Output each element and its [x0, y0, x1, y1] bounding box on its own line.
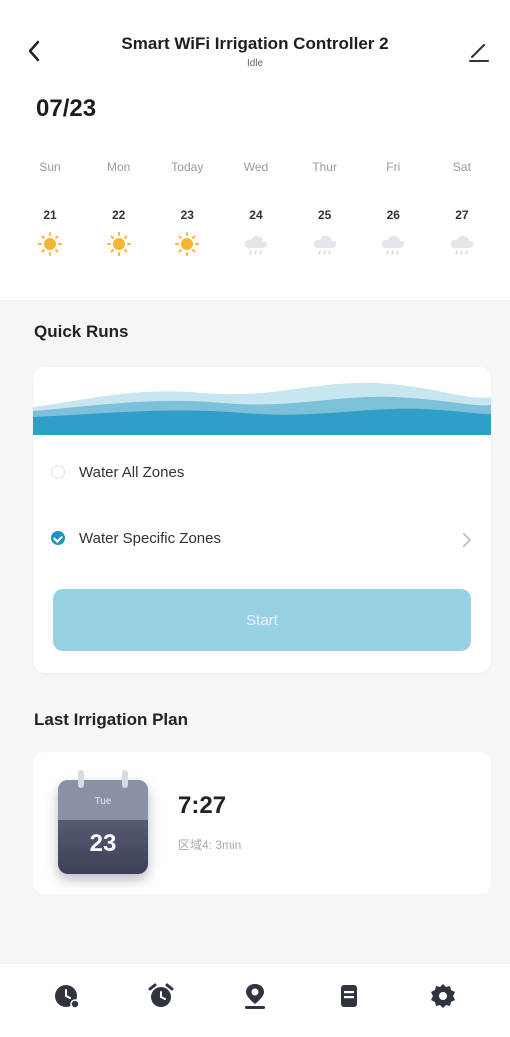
- tab-settings[interactable]: [423, 976, 463, 1016]
- rain-cloud-icon: [313, 235, 336, 255]
- rain-cloud-icon: [450, 235, 474, 255]
- water-all-zones-option[interactable]: Water All Zones: [51, 457, 184, 487]
- tab-records[interactable]: [329, 976, 369, 1016]
- sun-icon: [106, 232, 131, 256]
- settings-gear-icon: [431, 983, 455, 1008]
- day-name: Sun: [39, 160, 61, 174]
- day-number: 21: [43, 208, 57, 222]
- day-name: Today: [171, 160, 204, 174]
- day-number: 26: [386, 208, 400, 222]
- quick-runs-heading: Quick Runs: [34, 322, 129, 341]
- quick-runs-card: Water All Zones Water Specific Zones Sta…: [33, 367, 491, 673]
- last-irrigation-plan-card[interactable]: Tue 23 7:27 区域4: 3min: [33, 752, 491, 894]
- chevron-right-icon[interactable]: [461, 531, 473, 554]
- calendar-icon: Tue 23: [58, 770, 148, 874]
- calendar-day: 23: [89, 830, 117, 857]
- calendar-ring: [78, 770, 84, 788]
- forecast-day: Fri 26: [369, 160, 417, 256]
- plan-time: 7:27: [178, 792, 227, 819]
- title-block: Smart WiFi Irrigation Controller 2 Idle: [90, 34, 420, 69]
- forecast-day: Sun 21: [26, 160, 74, 256]
- day-number: 22: [111, 208, 126, 222]
- sun-icon: [175, 232, 200, 256]
- water-wave-illustration: [33, 367, 491, 435]
- current-date: 07/23: [36, 95, 97, 122]
- day-number: 25: [317, 208, 332, 222]
- tab-location[interactable]: [235, 976, 275, 1016]
- weather-forecast: Sun 21 Mon 22 Today 23 Wed 24 Thur 25 Fr…: [26, 160, 486, 256]
- tab-alarm[interactable]: [141, 976, 181, 1016]
- header-panel: Smart WiFi Irrigation Controller 2 Idle …: [0, 0, 510, 300]
- forecast-day: Wed 24: [232, 160, 280, 256]
- radio-unchecked[interactable]: [51, 465, 65, 479]
- day-name: Wed: [243, 160, 269, 174]
- day-number: 23: [180, 208, 194, 222]
- chevron-left-icon: [28, 40, 40, 62]
- device-status: Idle: [246, 58, 264, 69]
- alarm-clock-icon: [148, 983, 174, 1007]
- rain-cloud-icon: [382, 235, 405, 255]
- calendar-ring: [122, 770, 128, 788]
- tab-schedule[interactable]: [47, 976, 87, 1016]
- rain-cloud-icon: [244, 235, 268, 255]
- bottom-tab-bar: [0, 964, 510, 1037]
- calendar-weekday: Tue: [94, 796, 112, 807]
- water-specific-zones-option[interactable]: Water Specific Zones: [51, 523, 221, 553]
- water-all-zones-label: Water All Zones: [79, 463, 185, 481]
- forecast-day: Mon 22: [95, 160, 143, 256]
- device-title: Smart WiFi Irrigation Controller 2: [121, 34, 389, 53]
- forecast-day: Thur 25: [301, 160, 349, 256]
- list-icon: [341, 984, 357, 1007]
- day-name: Mon: [106, 160, 131, 174]
- forecast-day: Sat 27: [438, 160, 486, 256]
- plan-duration: 区域4: 3min: [178, 838, 242, 852]
- edit-button[interactable]: [466, 38, 492, 64]
- location-pin-icon: [245, 983, 265, 1009]
- day-number: 27: [455, 208, 469, 222]
- forecast-day: Today 23: [163, 160, 211, 256]
- water-specific-zones-label: Water Specific Zones: [79, 529, 221, 547]
- pencil-icon: [469, 43, 489, 62]
- day-name: Thur: [312, 160, 337, 174]
- day-number: 24: [249, 208, 263, 222]
- navigation-bar: Smart WiFi Irrigation Controller 2 Idle: [0, 30, 510, 80]
- sun-icon: [38, 232, 62, 256]
- last-irrigation-plan-heading: Last Irrigation Plan: [34, 710, 188, 729]
- day-name: Sat: [452, 160, 471, 174]
- day-name: Fri: [386, 160, 401, 174]
- radio-checked[interactable]: [51, 531, 65, 545]
- start-button[interactable]: Start: [53, 589, 471, 651]
- schedule-clock-icon: [55, 984, 80, 1009]
- back-button[interactable]: [22, 36, 52, 66]
